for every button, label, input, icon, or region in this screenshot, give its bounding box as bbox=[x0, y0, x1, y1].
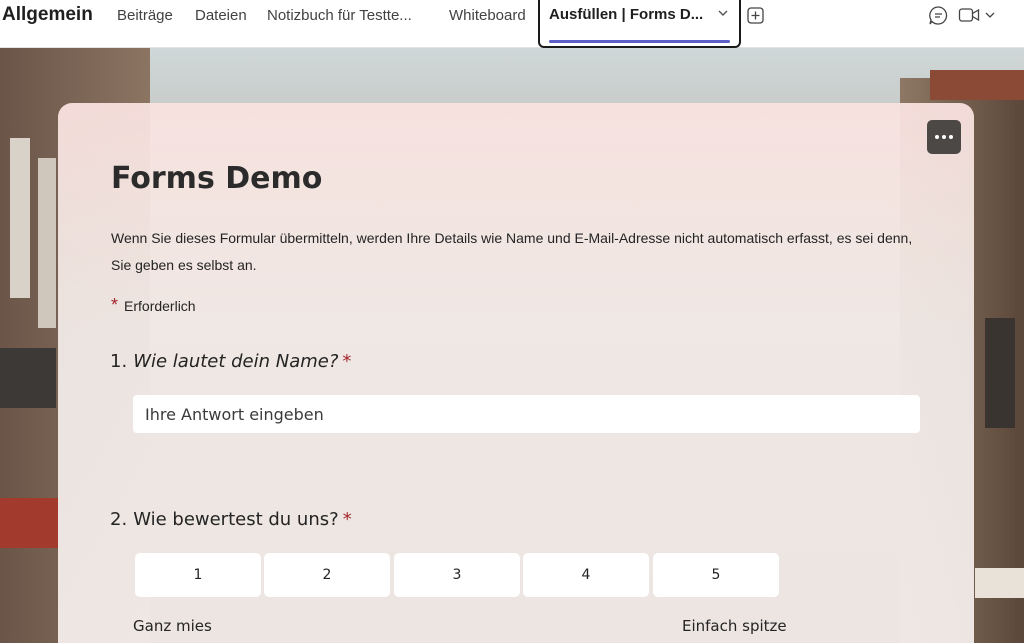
rating-option-5[interactable]: 5 bbox=[653, 553, 779, 597]
tab-beitraege[interactable]: Beiträge bbox=[117, 7, 173, 24]
chevron-down-icon[interactable] bbox=[716, 6, 730, 20]
rating-option-1[interactable]: 1 bbox=[135, 553, 261, 597]
more-options-button[interactable] bbox=[927, 120, 961, 154]
rating-option-2[interactable]: 2 bbox=[264, 553, 390, 597]
question-text: Wie bewertest du uns? bbox=[133, 509, 339, 530]
tab-forms-label: Ausfüllen | Forms D... bbox=[549, 6, 704, 23]
question-1: 1. Wie lautet dein Name? * bbox=[110, 351, 351, 372]
ellipsis-icon bbox=[935, 135, 939, 139]
left-shutter bbox=[10, 138, 30, 298]
required-star: * bbox=[111, 295, 119, 315]
video-call-icon[interactable] bbox=[958, 6, 980, 24]
required-note: * Erforderlich bbox=[111, 295, 196, 316]
chat-icon[interactable] bbox=[928, 5, 949, 26]
active-tab-indicator bbox=[549, 40, 730, 43]
name-input[interactable] bbox=[133, 395, 920, 433]
tab-dateien[interactable]: Dateien bbox=[195, 7, 247, 24]
required-label: Erforderlich bbox=[124, 298, 196, 314]
right-window bbox=[985, 318, 1015, 428]
rating-max-label: Einfach spitze bbox=[682, 617, 787, 635]
tab-whiteboard[interactable]: Whiteboard bbox=[449, 7, 526, 24]
required-star: * bbox=[342, 351, 352, 372]
tab-bar: Allgemein Beiträge Dateien Notizbuch für… bbox=[0, 0, 1024, 48]
channel-title: Allgemein bbox=[2, 4, 93, 25]
left-awning bbox=[0, 498, 58, 548]
form-title: Forms Demo bbox=[111, 161, 323, 196]
rating-option-3[interactable]: 3 bbox=[394, 553, 520, 597]
question-number: 1. bbox=[110, 351, 128, 372]
chevron-down-icon[interactable] bbox=[984, 9, 996, 21]
question-2: 2. Wie bewertest du uns? * bbox=[110, 509, 352, 530]
form-description: Wenn Sie dieses Formular übermitteln, we… bbox=[111, 230, 913, 273]
question-number: 2. bbox=[110, 509, 128, 530]
tab-forms-active[interactable]: Ausfüllen | Forms D... bbox=[538, 0, 741, 48]
left-shutter bbox=[38, 158, 56, 328]
tab-notizbuch[interactable]: Notizbuch für Testte... bbox=[267, 7, 412, 24]
question-text: Wie lautet dein Name? bbox=[133, 351, 339, 372]
rating-min-label: Ganz mies bbox=[133, 617, 212, 635]
right-roof bbox=[930, 70, 1024, 100]
required-star: * bbox=[342, 509, 352, 530]
left-sign bbox=[0, 348, 56, 408]
rating-option-4[interactable]: 4 bbox=[523, 553, 649, 597]
add-tab-icon[interactable] bbox=[747, 7, 764, 24]
right-awning bbox=[975, 568, 1024, 598]
form-card: Forms Demo Wenn Sie dieses Formular über… bbox=[58, 103, 974, 643]
